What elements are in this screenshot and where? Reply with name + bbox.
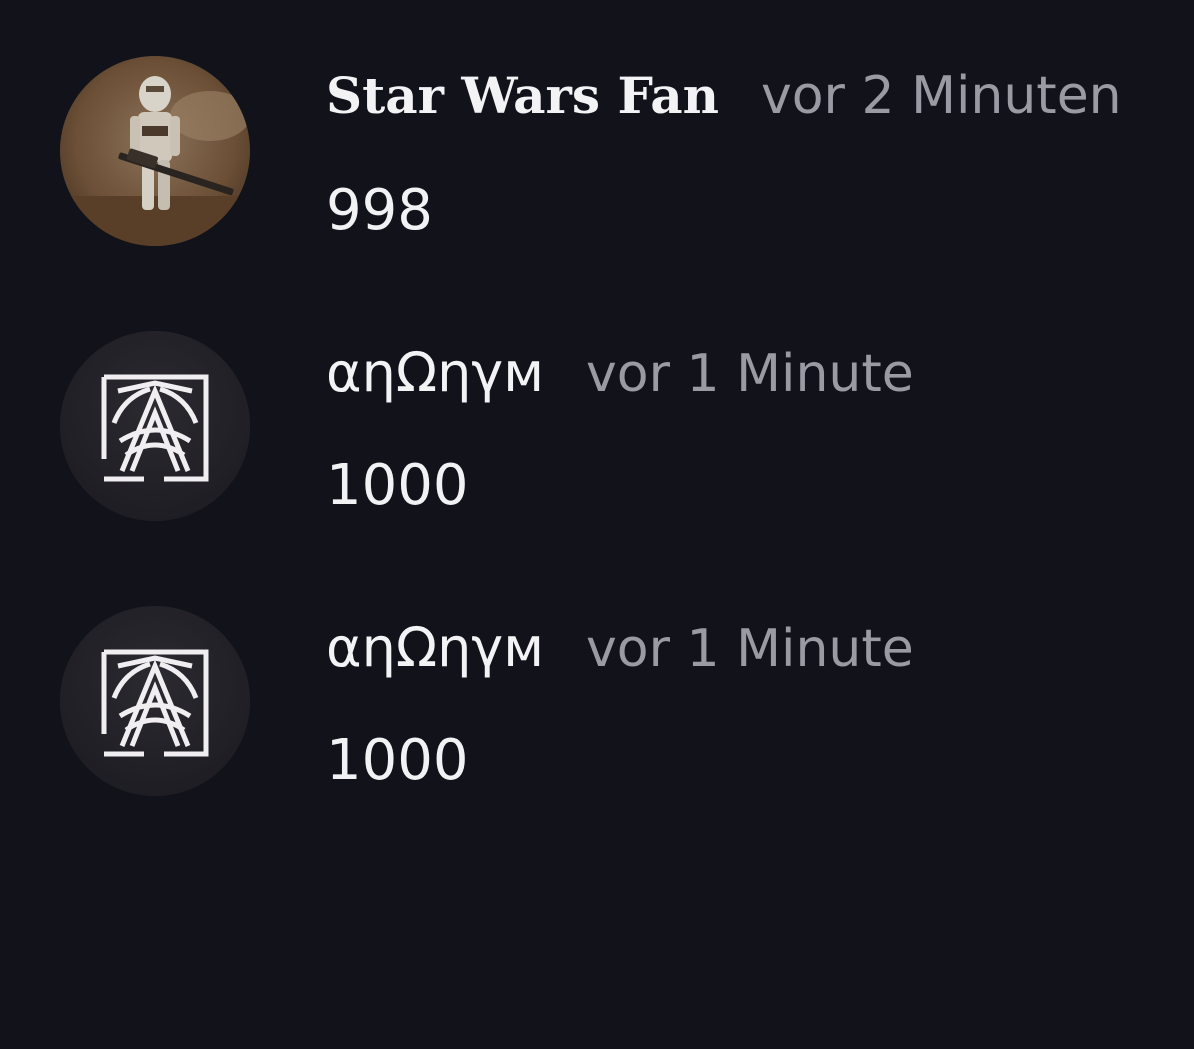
comment-item: αηΩηγм vor 1 Minute 1000 <box>0 550 1194 796</box>
clone-trooper-avatar-icon <box>60 56 250 246</box>
comment-list: Star Wars Fan vor 2 Minuten 998 αηΩηγм v… <box>0 0 1194 1049</box>
comment-header: αηΩηγм vor 1 Minute <box>326 341 914 404</box>
author-name[interactable]: αηΩηγм <box>326 341 544 404</box>
timestamp: vor 1 Minute <box>586 619 914 679</box>
comment-header: αηΩηγм vor 1 Minute <box>326 616 914 679</box>
comment-text: 1000 <box>326 728 469 793</box>
comment-item: Star Wars Fan vor 2 Minuten 998 <box>0 0 1194 246</box>
author-name[interactable]: αηΩηγм <box>326 616 544 679</box>
comment-item: αηΩηγм vor 1 Minute 1000 <box>0 275 1194 521</box>
comment-text: 998 <box>326 178 433 243</box>
timestamp: vor 2 Minuten <box>760 66 1122 126</box>
anonym-logo-icon <box>60 606 250 796</box>
anonym-logo-icon <box>60 331 250 521</box>
comment-header: Star Wars Fan vor 2 Minuten <box>326 66 1122 126</box>
avatar[interactable] <box>60 331 250 521</box>
avatar[interactable] <box>60 56 250 246</box>
author-name[interactable]: Star Wars Fan <box>326 66 719 125</box>
avatar[interactable] <box>60 606 250 796</box>
comment-text: 1000 <box>326 453 469 518</box>
timestamp: vor 1 Minute <box>586 344 914 404</box>
